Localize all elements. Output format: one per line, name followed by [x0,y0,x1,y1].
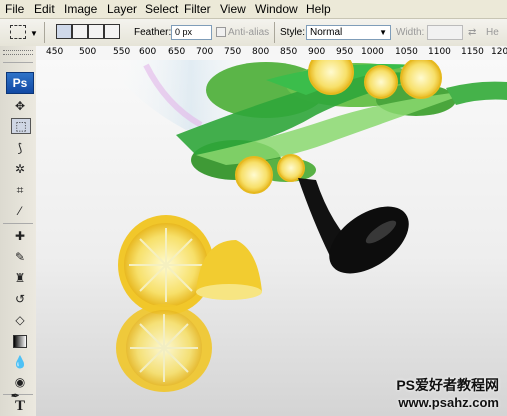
marquee-preset-icon[interactable] [10,25,26,39]
width-label: Width: [396,27,425,38]
ruler-tick: 450 [46,47,64,57]
subtract-selection-icon[interactable] [88,24,104,39]
menu-edit[interactable]: Edit [34,2,55,16]
divider [274,22,275,43]
horizontal-ruler: 450 500 550 600 650 700 750 800 850 900 … [36,46,507,61]
divider [44,22,45,43]
clone-stamp-icon[interactable]: ♜ [9,268,31,288]
add-selection-icon[interactable] [72,24,88,39]
ruler-tick: 850 [280,47,298,57]
options-bar: ▼ Feather: 0 px Anti-alias Style: Normal… [0,19,507,47]
intersect-selection-icon[interactable] [104,24,120,39]
menu-help[interactable]: Help [306,2,331,16]
lemon-reflection [116,304,212,392]
new-selection-icon[interactable] [56,24,72,39]
ruler-tick: 950 [336,47,354,57]
ps-logo[interactable]: Ps [6,72,34,94]
menu-window[interactable]: Window [255,2,298,16]
brush-icon[interactable]: ✎ [9,247,31,267]
height-label: He [486,27,499,38]
watermark-line2: www.psahz.com [398,395,499,410]
menu-select[interactable]: Select [145,2,178,16]
antialias-checkbox[interactable] [216,27,226,37]
ruler-tick: 650 [168,47,186,57]
eraser-icon[interactable]: ◇ [9,310,31,330]
blur-icon[interactable]: 💧 [9,352,31,372]
ruler-tick: 500 [79,47,97,57]
menu-filter[interactable]: Filter [184,2,211,16]
ruler-tick: 1050 [395,47,418,57]
feather-label: Feather: [134,27,172,38]
healing-brush-icon[interactable]: ✚ [9,226,31,246]
gradient-icon[interactable] [9,331,31,351]
width-input[interactable] [427,25,463,40]
chevron-down-icon: ▼ [379,28,387,37]
ruler-tick: 700 [196,47,214,57]
ruler-tick: 750 [224,47,242,57]
ruler-tick: 900 [308,47,326,57]
ruler-tick: 120 [491,47,507,57]
menu-bar: File Edit Image Layer Select Filter View… [0,0,507,19]
lasso-icon[interactable]: ⟆ [9,138,31,158]
preset-dropdown-icon[interactable]: ▼ [30,29,38,38]
style-select[interactable]: Normal ▼ [306,25,391,40]
menu-image[interactable]: Image [64,2,97,16]
menu-layer[interactable]: Layer [107,2,137,16]
antialias-label: Anti-alias [228,27,270,38]
move-icon[interactable]: ✥ [9,96,31,116]
tools-panel: Ps ✥ ⬚ ⟆ ✲ ⌗ ⁄ ✚ ✎ ♜ ↺ ◇ 💧 ◉ ✒ T [0,46,37,416]
type-icon[interactable]: ✒ T [9,391,31,416]
style-label: Style: [280,27,306,38]
menu-view[interactable]: View [220,2,246,16]
swap-icon[interactable]: ⇄ [468,27,476,38]
ruler-tick: 1150 [461,47,484,57]
feather-input[interactable]: 0 px [171,25,212,40]
panel-grip[interactable] [3,50,33,55]
ruler-tick: 800 [252,47,270,57]
artwork [106,60,507,392]
magic-wand-icon[interactable]: ✲ [9,159,31,179]
ruler-tick: 1000 [361,47,384,57]
ruler-tick: 600 [139,47,157,57]
ruler-tick: 1100 [428,47,451,57]
watermark: PS爱好者教程网 www.psahz.com [396,375,499,410]
marquee-icon[interactable]: ⬚ [11,118,31,134]
watermark-line1: PS爱好者教程网 [396,377,499,393]
eyedropper-icon[interactable]: ⁄ [9,201,31,221]
ruler-tick: 550 [113,47,131,57]
crop-icon[interactable]: ⌗ [9,180,31,200]
menu-file[interactable]: File [5,2,24,16]
history-brush-icon[interactable]: ↺ [9,289,31,309]
divider [3,62,33,63]
divider [3,223,33,224]
lemon-half-large [118,215,214,315]
document-canvas[interactable]: PS爱好者教程网 www.psahz.com [36,60,507,416]
style-select-value: Normal [310,27,343,38]
